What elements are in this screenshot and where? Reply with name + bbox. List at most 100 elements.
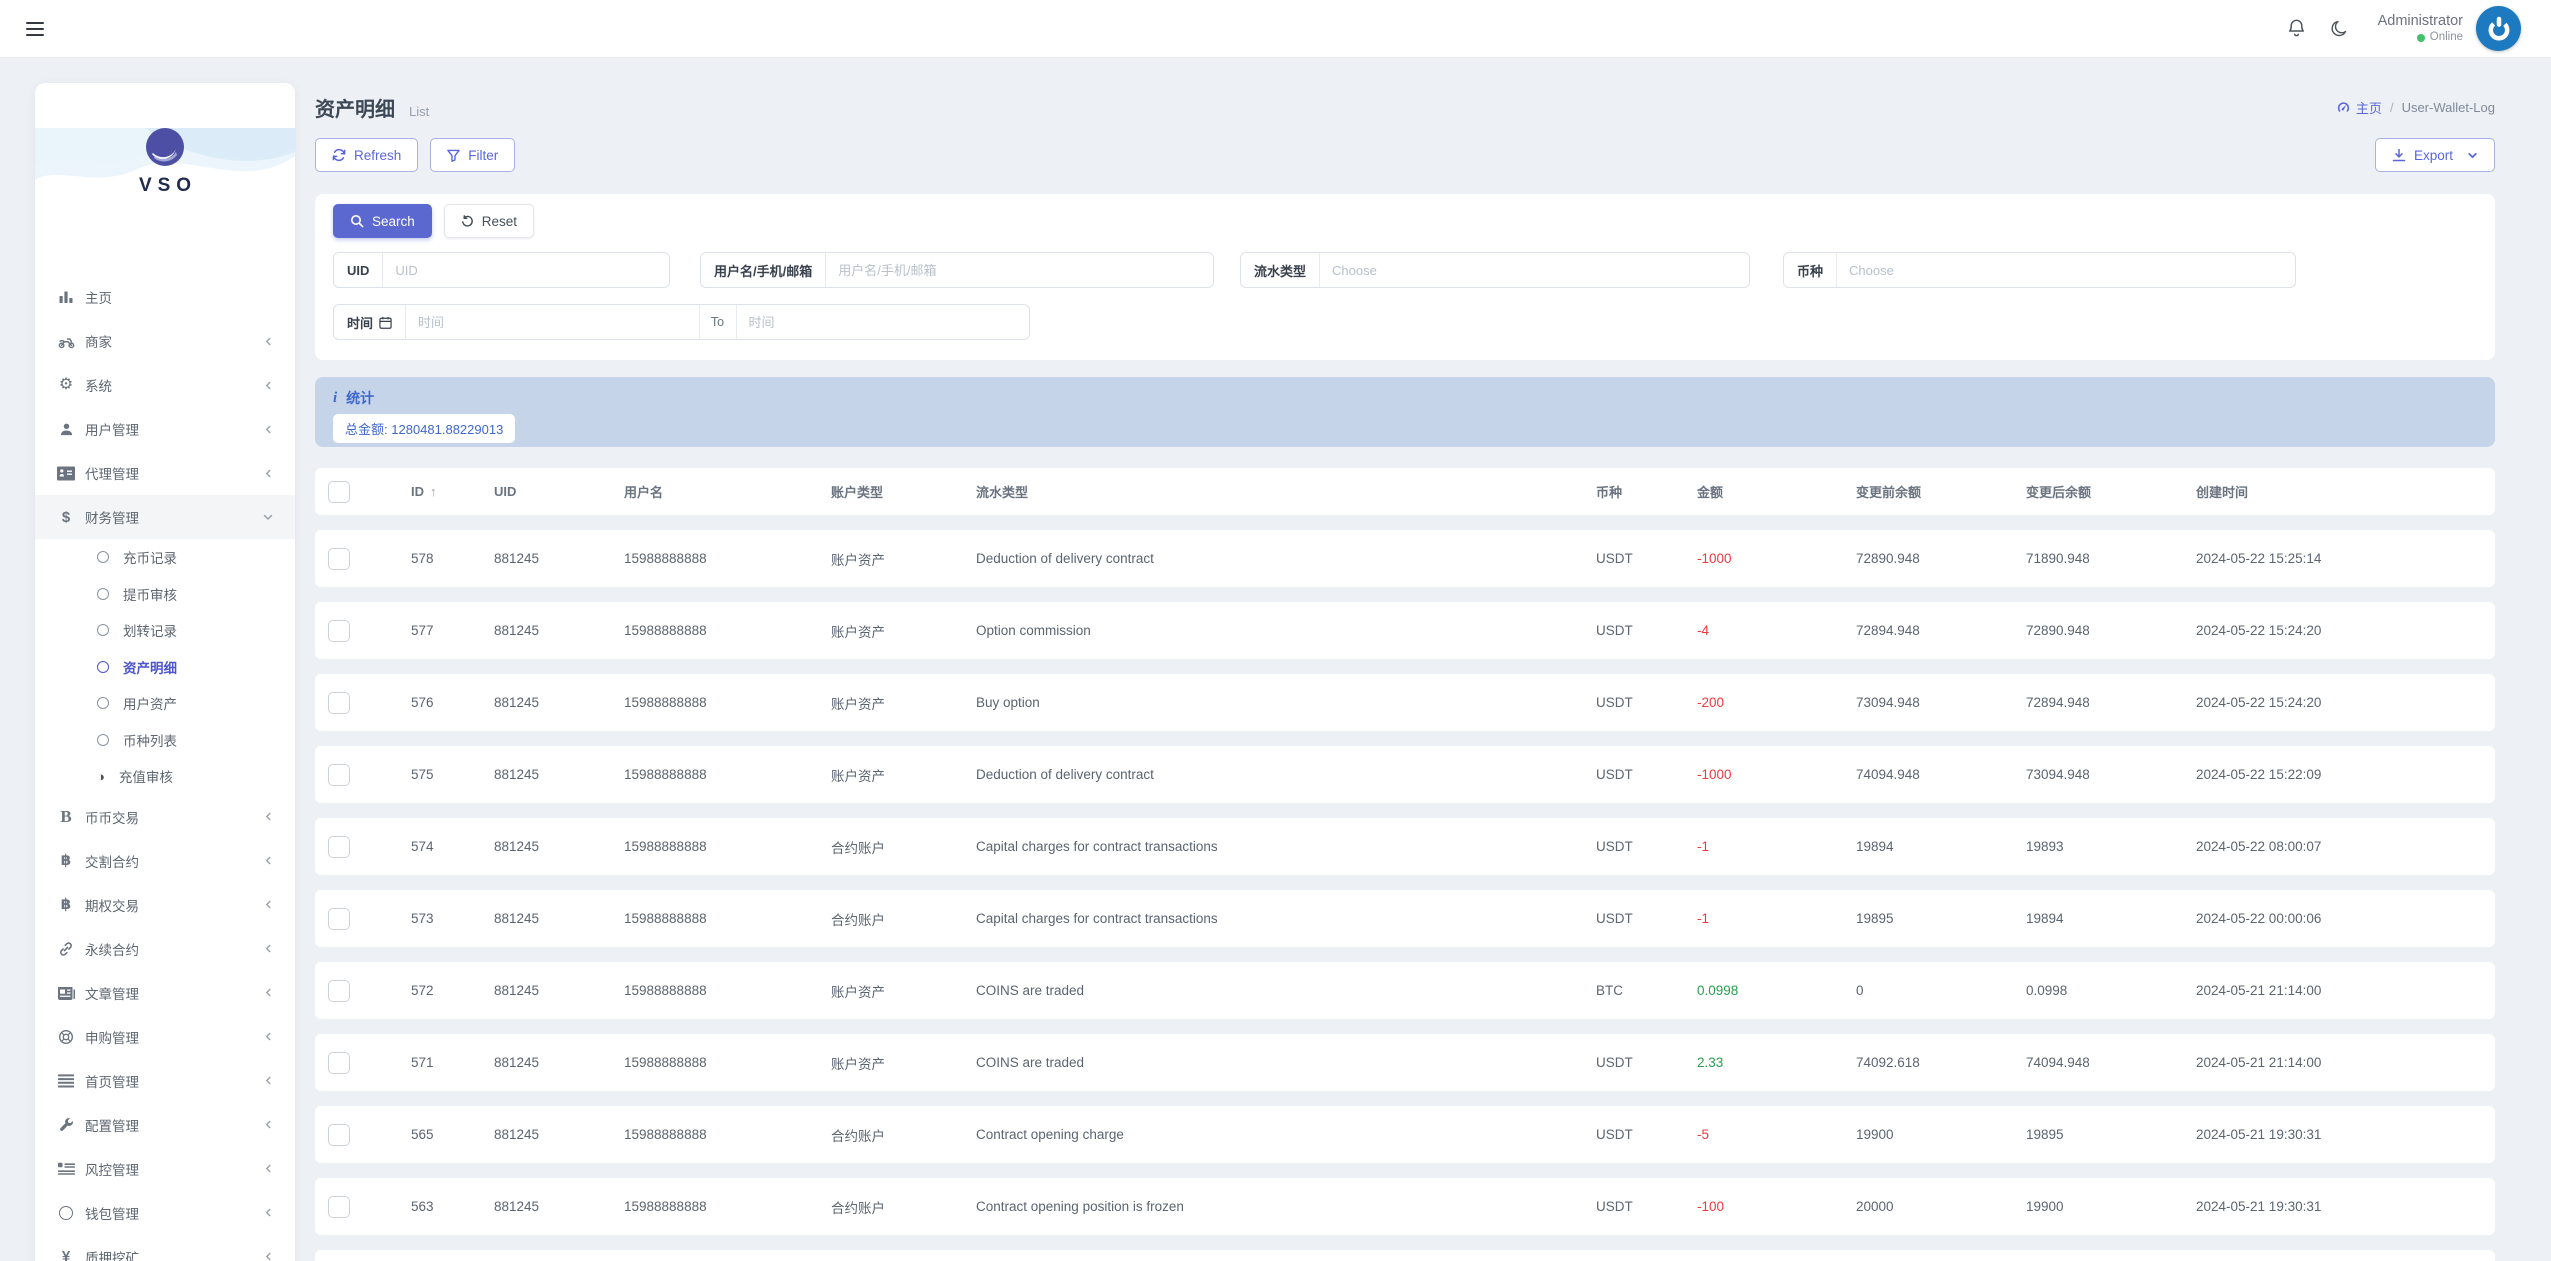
app-root: Administrator Online VSO 主页 商家 ⚙ 系统 用户管理… (0, 0, 2551, 1261)
sidebar-item-申购管理[interactable]: 申购管理 (35, 1015, 295, 1059)
sidebar-item-期权交易[interactable]: ฿ 期权交易 (35, 883, 295, 927)
cell-amount: -1 (1697, 911, 1710, 926)
refresh-button[interactable]: Refresh (315, 138, 419, 172)
row-checkbox[interactable] (328, 547, 350, 570)
time-from-input[interactable] (406, 305, 699, 339)
filter-button[interactable]: Filter (430, 138, 516, 172)
sidebar-item-代理管理[interactable]: 代理管理 (35, 451, 295, 495)
sidebar-subitem-资产明细[interactable]: 资产明细 (35, 649, 295, 686)
column-header-ID[interactable]: ID ↑ (411, 484, 494, 499)
row-checkbox[interactable] (328, 1195, 350, 1218)
chevron-left-icon (264, 944, 273, 953)
sidebar-item-label: 交割合约 (85, 854, 139, 870)
cell-flow_type: Deduction of delivery contract (976, 767, 1154, 782)
sidebar-item-label: 代理管理 (85, 467, 139, 482)
row-checkbox[interactable] (328, 763, 350, 786)
cell-after: 72890.948 (2026, 623, 2090, 638)
cell-before: 20000 (1856, 1199, 1894, 1214)
row-checkbox[interactable] (328, 691, 350, 714)
sidebar-item-币币交易[interactable]: B 币币交易 (35, 795, 295, 839)
sidebar-item-主页[interactable]: 主页 (35, 275, 295, 319)
adjust-icon: ◑ (97, 768, 105, 784)
cell-after: 19893 (2026, 839, 2064, 854)
stats-title: i 统计 (333, 389, 375, 407)
table-row: 571 881245 15988888888 账户资产 COINS are traded… (315, 1034, 2495, 1091)
row-checkbox[interactable] (328, 1123, 350, 1146)
sidebar-item-质押挖矿[interactable]: ¥ 质押挖矿 (35, 1235, 295, 1261)
uid-input[interactable] (383, 253, 669, 287)
column-header-用户名: 用户名 (624, 485, 664, 500)
account-input[interactable] (826, 253, 1213, 287)
cell-before: 19900 (1856, 1127, 1894, 1142)
sidebar-subitem-label: 资产明细 (123, 660, 177, 676)
cell-created: 2024-05-22 15:25:14 (2196, 551, 2322, 566)
sidebar-item-label: 钱包管理 (85, 1206, 139, 1222)
dollar-icon: $ (61, 508, 71, 526)
sidebar-subitem-label: 划转记录 (123, 624, 177, 640)
search-button[interactable]: Search (333, 204, 432, 238)
cell-created: 2024-05-22 08:00:07 (2196, 839, 2322, 854)
sidebar-item-用户管理[interactable]: 用户管理 (35, 407, 295, 451)
breadcrumb-home-link[interactable]: 主页 (2336, 98, 2382, 117)
cell-coin: BTC (1596, 983, 1623, 998)
sidebar-subitem-充值审核[interactable]: ◑ 充值审核 (35, 758, 295, 795)
user-avatar[interactable] (2476, 6, 2521, 51)
coin-select[interactable] (1837, 253, 2295, 287)
info-icon: i (333, 389, 338, 406)
breadcrumb-current: User-Wallet-Log (2401, 100, 2495, 115)
cell-id: 572 (411, 983, 434, 998)
cell-account_type: 账户资产 (831, 768, 885, 784)
sidebar-item-文章管理[interactable]: 文章管理 (35, 971, 295, 1015)
sidebar-item-财务管理[interactable]: $ 财务管理 (35, 495, 295, 539)
select-all-checkbox[interactable] (328, 480, 350, 503)
table-row-partial (315, 1250, 2495, 1261)
account-label: 用户名/手机/邮箱 (701, 253, 827, 287)
sidebar-subitem-划转记录[interactable]: 划转记录 (35, 612, 295, 649)
sidebar-item-交割合约[interactable]: ฿ 交割合约 (35, 839, 295, 883)
sidebar-item-系统[interactable]: ⚙ 系统 (35, 363, 295, 407)
filter-funnel-icon (447, 149, 461, 162)
flow-type-select[interactable] (1320, 253, 1749, 287)
cell-before: 74092.618 (1856, 1055, 1920, 1070)
sidebar-item-商家[interactable]: 商家 (35, 319, 295, 363)
online-status-dot (2416, 33, 2425, 42)
cell-username: 15988888888 (624, 911, 707, 926)
chevron-left-icon (264, 1032, 273, 1041)
sidebar-item-钱包管理[interactable]: 钱包管理 (35, 1191, 295, 1235)
id-card-icon (55, 466, 77, 481)
chevron-left-icon (264, 1120, 273, 1129)
reset-button[interactable]: Reset (443, 204, 535, 238)
row-checkbox[interactable] (328, 979, 350, 1002)
sidebar-menu: 主页 商家 ⚙ 系统 用户管理代理管理 $ 财务管理 充币记录 提币审核划转记录资产明细用户资产… (35, 275, 295, 1261)
cell-before: 72890.948 (1856, 551, 1920, 566)
time-to-input[interactable] (736, 305, 1029, 339)
row-checkbox[interactable] (328, 619, 350, 642)
row-checkbox[interactable] (328, 1051, 350, 1074)
row-checkbox[interactable] (328, 835, 350, 858)
sidebar-subitem-充币记录[interactable]: 充币记录 (35, 539, 295, 576)
link-icon (55, 941, 77, 957)
sidebar-subitem-用户资产[interactable]: 用户资产 (35, 685, 295, 722)
uid-label: UID (334, 253, 384, 287)
cell-coin: USDT (1596, 767, 1633, 782)
cell-coin: USDT (1596, 551, 1633, 566)
sidebar-item-风控管理[interactable]: 风控管理 (35, 1147, 295, 1191)
notifications-bell-icon[interactable] (2280, 12, 2314, 46)
sidebar-item-配置管理[interactable]: 配置管理 (35, 1103, 295, 1147)
sidebar-subitem-币种列表[interactable]: 币种列表 (35, 722, 295, 759)
hamburger-menu-icon[interactable] (26, 22, 44, 36)
cell-flow_type: Contract opening charge (976, 1127, 1124, 1142)
sidebar-item-永续合约[interactable]: 永续合约 (35, 927, 295, 971)
cell-coin: USDT (1596, 839, 1633, 854)
vso-logo (146, 128, 184, 166)
row-checkbox[interactable] (328, 907, 350, 930)
cell-id: 575 (411, 767, 434, 782)
sidebar-subitem-提币审核[interactable]: 提币审核 (35, 576, 295, 613)
cell-coin: USDT (1596, 1055, 1633, 1070)
chevron-left-icon (264, 381, 273, 390)
cell-coin: USDT (1596, 911, 1633, 926)
sidebar-item-首页管理[interactable]: 首页管理 (35, 1059, 295, 1103)
cell-after: 0.0998 (2026, 983, 2068, 998)
dark-mode-moon-icon[interactable] (2322, 12, 2356, 46)
export-button[interactable]: Export (2374, 138, 2495, 172)
